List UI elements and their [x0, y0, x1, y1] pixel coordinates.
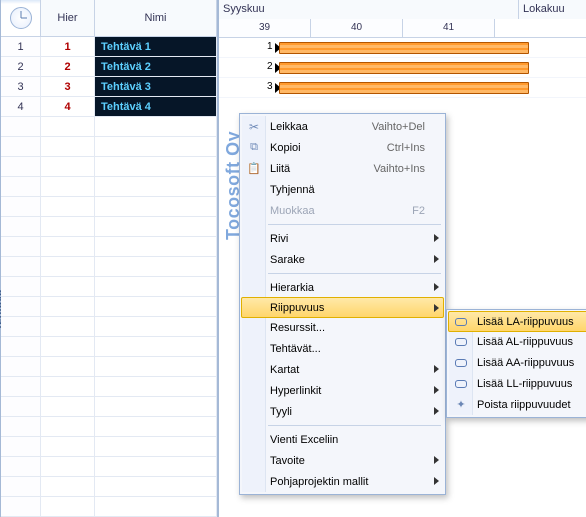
menu-item-target[interactable]: Tavoite: [242, 450, 443, 471]
chevron-right-icon: [434, 234, 439, 242]
col-header-nimi[interactable]: Nimi: [95, 0, 217, 36]
unlink-icon: ✦: [449, 398, 473, 411]
submenu-item-add-aa[interactable]: Lisää AA-riippuvuus: [449, 352, 586, 373]
menu-item-hierarchy[interactable]: Hierarkia: [242, 277, 443, 298]
context-menu: ✂ Leikkaa Vaihto+Del ⧉ Kopioi Ctrl+Ins 📋…: [239, 113, 446, 495]
menu-item-maps[interactable]: Kartat: [242, 359, 443, 380]
bar-index: 2: [267, 61, 273, 72]
menu-item-cut[interactable]: ✂ Leikkaa Vaihto+Del: [242, 116, 443, 137]
table-row[interactable]: 3 3 Tehtävä 3: [1, 77, 217, 97]
chevron-right-icon: [434, 304, 439, 312]
timeline-header: Syyskuu Lokakuu 39 40 41: [219, 0, 586, 38]
month-label: Lokakuu: [519, 0, 586, 19]
gantt-row[interactable]: 3: [219, 78, 586, 98]
cell-name[interactable]: Tehtävä 2: [95, 57, 217, 77]
bar-index: 3: [267, 81, 273, 92]
link-icon: [449, 338, 473, 346]
row-number: 4: [1, 97, 41, 117]
submenu-item-add-al[interactable]: Lisää AL-riippuvuus: [449, 331, 586, 352]
table-row[interactable]: 4 4 Tehtävä 4: [1, 97, 217, 117]
chevron-right-icon: [434, 255, 439, 263]
cell-hier[interactable]: 1: [41, 37, 95, 57]
submenu-item-remove-deps[interactable]: ✦ Poista riippuvuudet: [449, 394, 586, 415]
cell-hier[interactable]: 2: [41, 57, 95, 77]
gantt-row[interactable]: 1: [219, 38, 586, 58]
col-header-hier[interactable]: Hier: [41, 0, 95, 36]
chevron-right-icon: [434, 283, 439, 291]
menu-item-hyperlinks[interactable]: Hyperlinkit: [242, 380, 443, 401]
menu-item-paste[interactable]: 📋 Liitä Vaihto+Ins: [242, 158, 443, 179]
paste-icon: 📋: [242, 162, 266, 175]
cell-name[interactable]: Tehtävä 4: [95, 97, 217, 117]
menu-item-tasks[interactable]: Tehtävät...: [242, 338, 443, 359]
week-label: 41: [403, 19, 495, 38]
scissors-icon: ✂: [242, 120, 266, 134]
menu-item-export-excel[interactable]: Vienti Exceliin: [242, 429, 443, 450]
cell-hier[interactable]: 3: [41, 77, 95, 97]
chevron-right-icon: [434, 365, 439, 373]
gantt-row[interactable]: 2: [219, 58, 586, 78]
week-label: 39: [219, 19, 311, 38]
context-submenu-dependency: Lisää LA-riippuvuus Lisää AL-riippuvuus …: [446, 309, 586, 418]
clock-icon: [10, 7, 32, 29]
menu-item-resources[interactable]: Resurssit...: [242, 317, 443, 338]
menu-separator: [268, 425, 441, 426]
link-icon: [449, 359, 473, 367]
menu-separator: [268, 224, 441, 225]
row-number: 2: [1, 57, 41, 77]
menu-item-style[interactable]: Tyyli: [242, 401, 443, 422]
gantt-bar[interactable]: [279, 42, 529, 54]
submenu-item-add-la[interactable]: Lisää LA-riippuvuus: [448, 311, 586, 332]
menu-item-dependency[interactable]: Riippuvuus: [241, 297, 444, 318]
table-row[interactable]: 2 2 Tehtävä 2: [1, 57, 217, 77]
menu-item-templates[interactable]: Pohjaprojektin mallit: [242, 471, 443, 492]
chevron-right-icon: [434, 386, 439, 394]
chevron-right-icon: [434, 407, 439, 415]
gantt-bar[interactable]: [279, 62, 529, 74]
copy-icon: ⧉: [242, 141, 266, 154]
corner-cell[interactable]: [1, 0, 41, 36]
bar-index: 1: [267, 41, 273, 52]
menu-item-clear[interactable]: Tyhjennä: [242, 179, 443, 200]
submenu-item-add-ll[interactable]: Lisää LL-riippuvuus: [449, 373, 586, 394]
link-icon: [449, 318, 473, 326]
link-icon: [449, 380, 473, 388]
menu-item-column[interactable]: Sarake: [242, 249, 443, 270]
row-number: 3: [1, 77, 41, 97]
cell-name[interactable]: Tehtävä 3: [95, 77, 217, 97]
gantt-bar[interactable]: [279, 82, 529, 94]
menu-item-copy[interactable]: ⧉ Kopioi Ctrl+Ins: [242, 137, 443, 158]
cell-hier[interactable]: 4: [41, 97, 95, 117]
week-label: 40: [311, 19, 403, 38]
menu-separator: [268, 273, 441, 274]
task-table: Hier Nimi 1 1 Tehtävä 1 2 2 Tehtävä 2 3 …: [1, 0, 219, 517]
menu-item-row[interactable]: Rivi: [242, 228, 443, 249]
table-row[interactable]: 1 1 Tehtävä 1: [1, 37, 217, 57]
month-label: Syyskuu: [219, 0, 519, 19]
chevron-right-icon: [434, 456, 439, 464]
row-number: 1: [1, 37, 41, 57]
menu-item-edit: Muokkaa F2: [242, 200, 443, 221]
chevron-right-icon: [434, 477, 439, 485]
cell-name[interactable]: Tehtävä 1: [95, 37, 217, 57]
